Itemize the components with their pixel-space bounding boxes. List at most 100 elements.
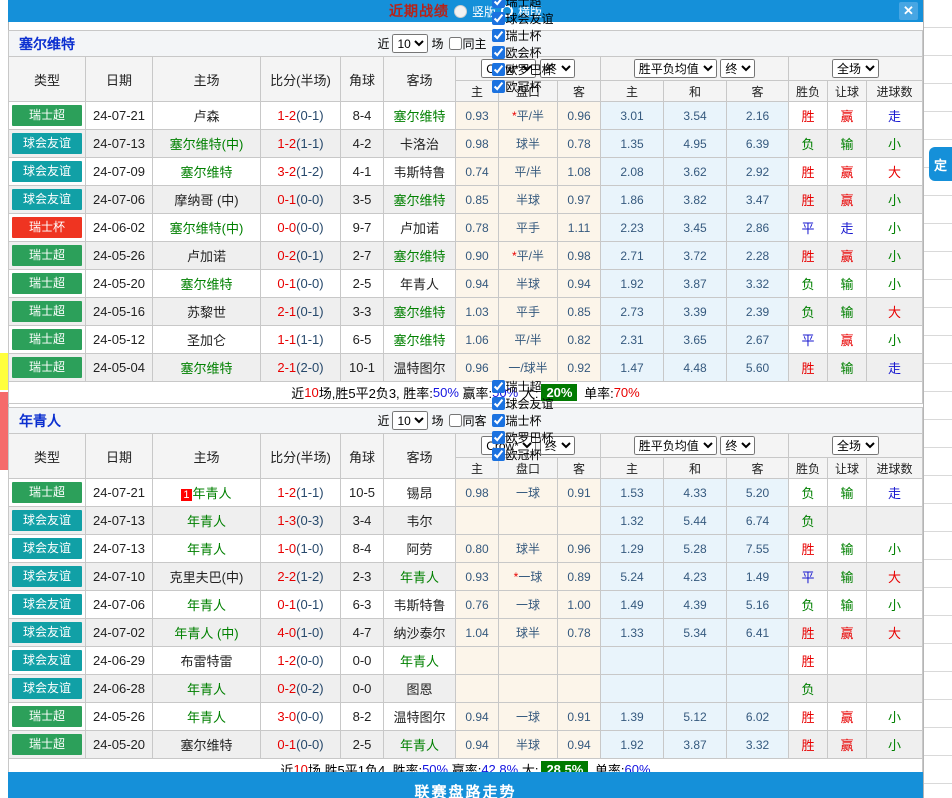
avg-type-select[interactable]: 胜平负均值 xyxy=(634,59,717,78)
odds-away: 0.91 xyxy=(558,479,601,507)
match-date: 24-07-13 xyxy=(86,535,153,563)
handicap-line: 球半 xyxy=(499,130,558,158)
scope-select[interactable]: 全场 xyxy=(832,59,879,78)
league-checkbox[interactable] xyxy=(492,63,505,76)
near-count-select[interactable]: 10 xyxy=(392,34,428,53)
odds-away: 0.97 xyxy=(558,186,601,214)
away-team: 塞尔维特 xyxy=(384,298,456,326)
avg-draw: 4.23 xyxy=(664,563,727,591)
avg-draw: 3.72 xyxy=(664,242,727,270)
modal-panel: 近期战绩 竖版 横版 ✕ 塞尔维特 近 10 场 同主 瑞士超球会友谊瑞士杯欧会… xyxy=(8,0,923,798)
avg-draw: 3.39 xyxy=(664,298,727,326)
table-row: 球会友谊24-07-13年青人1-3(0-3)3-4韦尔1.325.446.74… xyxy=(9,507,923,535)
league-badge: 瑞士超 xyxy=(9,270,86,298)
match-date: 24-07-10 xyxy=(86,563,153,591)
odds-away: 0.96 xyxy=(558,102,601,130)
result-goals: 走 xyxy=(867,479,923,507)
avg-final-select[interactable]: 终 xyxy=(720,436,755,455)
corners: 0-0 xyxy=(341,675,384,703)
result-wdl: 胜 xyxy=(789,354,828,382)
score: 2-2(1-2) xyxy=(261,563,341,591)
same-side-filter[interactable]: 同客 xyxy=(444,412,487,429)
same-side-filter[interactable]: 同主 xyxy=(444,35,487,52)
avg-home: 1.39 xyxy=(601,703,664,731)
league-filter[interactable]: 欧罗巴杯 xyxy=(487,61,554,78)
league-filter[interactable]: 欧冠杯 xyxy=(487,446,554,463)
league-checkbox[interactable] xyxy=(492,46,505,59)
handicap-line: *一球 xyxy=(499,563,558,591)
avg-away: 2.39 xyxy=(727,298,789,326)
same-side-label: 同主 xyxy=(463,35,487,52)
avg-type-select[interactable]: 胜平负均值 xyxy=(634,436,717,455)
page-fragment-yellow xyxy=(0,353,8,390)
away-team: 纳沙泰尔 xyxy=(384,619,456,647)
league-checkbox[interactable] xyxy=(492,448,505,461)
near-count-select[interactable]: 10 xyxy=(392,411,428,430)
home-team: 克里夫巴(中) xyxy=(153,563,261,591)
away-team: 韦斯特鲁 xyxy=(384,158,456,186)
league-filter-label: 球会友谊 xyxy=(506,395,554,412)
summary-segment: 10 xyxy=(304,385,318,400)
league-checkbox[interactable] xyxy=(492,431,505,444)
result-wdl: 平 xyxy=(789,326,828,354)
league-filter[interactable]: 欧会杯 xyxy=(487,44,554,61)
team-title: 年青人 xyxy=(19,411,61,431)
home-team: 1年青人 xyxy=(153,479,261,507)
avg-away xyxy=(727,647,789,675)
near-label: 近 xyxy=(377,35,389,52)
col-res-handicap: 让球 xyxy=(828,81,867,102)
league-trend-bar[interactable]: 联赛盘路走势 xyxy=(8,772,923,798)
avg-away xyxy=(727,675,789,703)
league-badge: 瑞士超 xyxy=(9,479,86,507)
team-section-servette: 塞尔维特 近 10 场 同主 瑞士超球会友谊瑞士杯欧会杯欧罗巴杯欧冠杯 类型 日… xyxy=(8,30,923,404)
avg-draw: 5.44 xyxy=(664,507,727,535)
league-filter[interactable]: 欧冠杯 xyxy=(487,78,554,95)
league-filter[interactable]: 球会友谊 xyxy=(487,10,554,27)
league-checkbox[interactable] xyxy=(492,397,505,410)
league-filter[interactable]: 瑞士杯 xyxy=(487,27,554,44)
scope-select[interactable]: 全场 xyxy=(832,436,879,455)
result-goals: 小 xyxy=(867,186,923,214)
match-date: 24-05-04 xyxy=(86,354,153,382)
odds-home: 0.94 xyxy=(456,731,499,759)
pin-tab-button[interactable]: 定 xyxy=(929,147,952,181)
score: 3-0(0-0) xyxy=(261,703,341,731)
league-checkbox[interactable] xyxy=(492,29,505,42)
col-avg-away: 客 xyxy=(727,81,789,102)
league-checkbox[interactable] xyxy=(492,414,505,427)
result-handicap: 赢 xyxy=(828,703,867,731)
home-team: 苏黎世 xyxy=(153,298,261,326)
league-filter[interactable]: 欧罗巴杯 xyxy=(487,429,554,446)
match-date: 24-07-06 xyxy=(86,591,153,619)
avg-away: 3.47 xyxy=(727,186,789,214)
avg-home: 2.31 xyxy=(601,326,664,354)
league-badge: 球会友谊 xyxy=(9,130,86,158)
league-filter[interactable]: 瑞士超 xyxy=(487,378,554,395)
league-filter[interactable]: 球会友谊 xyxy=(487,395,554,412)
result-wdl: 平 xyxy=(789,563,828,591)
away-team: 温特图尔 xyxy=(384,703,456,731)
table-row: 球会友谊24-07-09塞尔维特3-2(1-2)4-1韦斯特鲁0.74平/半1.… xyxy=(9,158,923,186)
table-row: 瑞士杯24-06-02塞尔维特(中)0-0(0-0)9-7卢加诺0.78平手1.… xyxy=(9,214,923,242)
close-icon[interactable]: ✕ xyxy=(899,2,918,20)
odds-away: 0.91 xyxy=(558,703,601,731)
league-filter[interactable]: 瑞士超 xyxy=(487,0,554,10)
same-side-checkbox[interactable] xyxy=(449,37,462,50)
odds-home: 0.94 xyxy=(456,703,499,731)
league-checkbox[interactable] xyxy=(492,80,505,93)
odds-home: 0.90 xyxy=(456,242,499,270)
league-checkbox[interactable] xyxy=(492,0,505,8)
avg-draw: 3.65 xyxy=(664,326,727,354)
league-filter[interactable]: 瑞士杯 xyxy=(487,412,554,429)
col-res-wdl: 胜负 xyxy=(789,81,828,102)
result-wdl: 负 xyxy=(789,130,828,158)
league-checkbox[interactable] xyxy=(492,12,505,25)
result-handicap: 走 xyxy=(828,214,867,242)
league-checkbox[interactable] xyxy=(492,380,505,393)
score: 1-2(0-1) xyxy=(261,102,341,130)
avg-final-select[interactable]: 终 xyxy=(720,59,755,78)
same-side-checkbox[interactable] xyxy=(449,414,462,427)
col-home: 主场 xyxy=(153,434,261,479)
result-goals: 小 xyxy=(867,214,923,242)
games-label: 场 xyxy=(431,412,443,429)
